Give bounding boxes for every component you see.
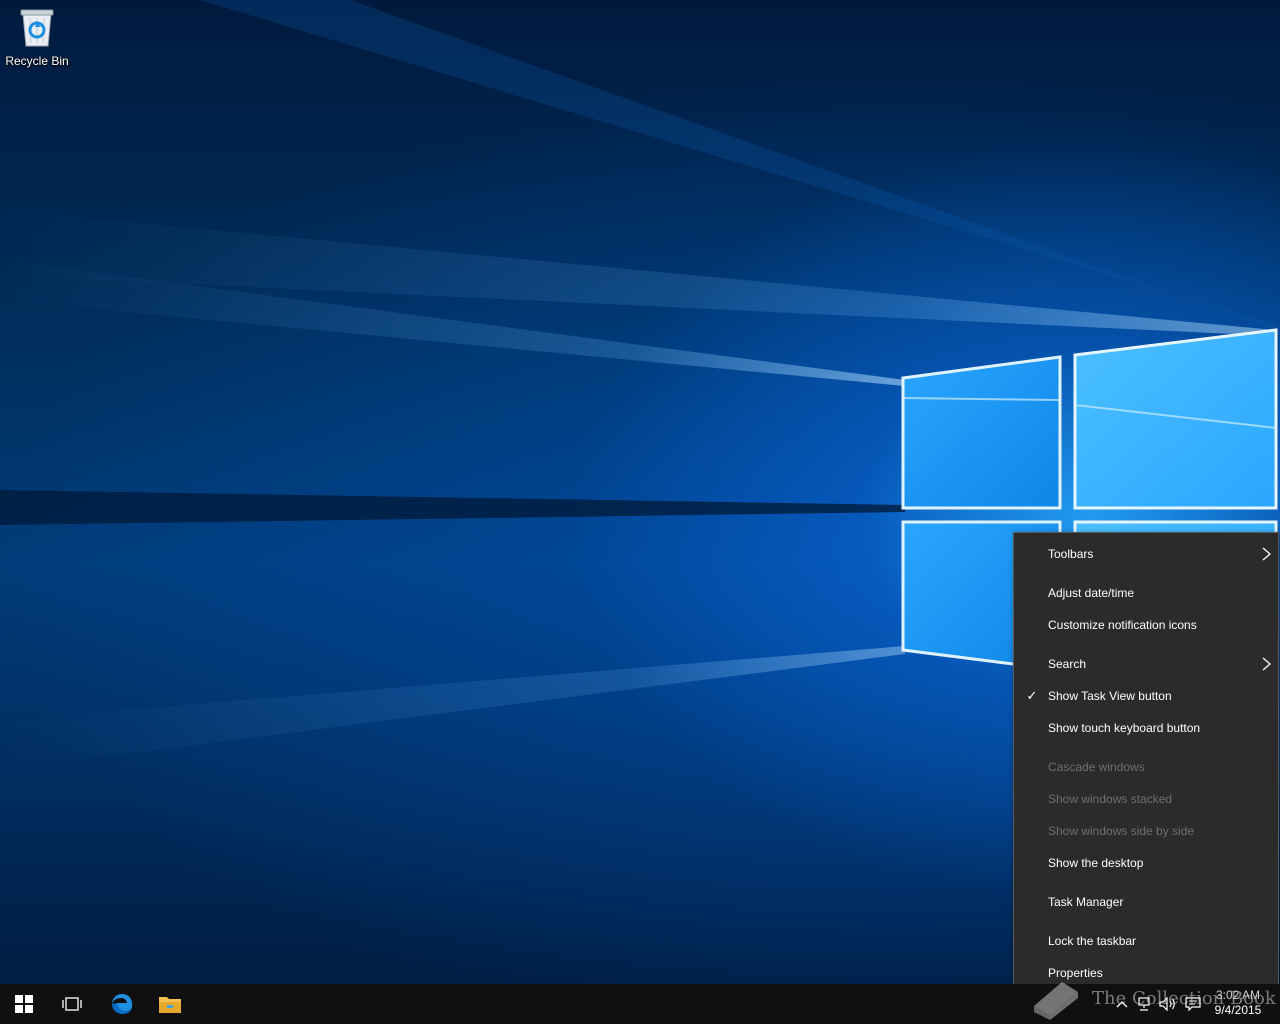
taskbar[interactable]: 3:02 AM 9/4/2015 [0,984,1280,1024]
menu-item-label: Adjust date/time [1048,586,1135,600]
menu-item-label: Cascade windows [1048,760,1145,774]
show-hidden-icons-button[interactable] [1112,994,1132,1014]
action-center-icon [1185,997,1201,1011]
menu-item-label: Customize notification icons [1048,618,1197,632]
recycle-bin-icon [17,6,57,48]
clock-time: 3:02 AM [1215,988,1261,1002]
folder-icon [159,997,181,1013]
submenu-arrow-icon [1262,657,1271,671]
menu-item-label: Search [1048,657,1087,671]
volume-tray-button[interactable] [1158,994,1178,1014]
taskbar-context-menu: Toolbars Adjust date/time Customize noti… [1013,532,1279,993]
menu-item-adjust-date-time[interactable]: Adjust date/time [1014,578,1278,608]
taskbar-clock[interactable]: 3:02 AM 9/4/2015 [1206,988,1270,1018]
menu-item-cascade-windows: Cascade windows [1014,752,1278,782]
menu-item-label: Show windows stacked [1048,792,1173,806]
menu-item-label: Show Task View button [1048,689,1172,703]
file-explorer-button[interactable] [146,984,194,1024]
checkmark-icon: ✓ [1026,688,1038,703]
menu-item-task-manager[interactable]: Task Manager [1014,887,1278,917]
menu-item-label: Show touch keyboard button [1048,721,1201,735]
chevron-up-icon [1116,1001,1128,1008]
network-icon [1138,997,1150,1011]
menu-item-label: Lock the taskbar [1048,934,1137,948]
start-button[interactable] [0,984,48,1024]
menu-item-show-task-view-button[interactable]: ✓ Show Task View button [1014,681,1278,711]
network-tray-button[interactable] [1134,994,1154,1014]
windows-logo-icon [15,995,33,1013]
task-view-icon [62,997,82,1011]
volume-icon [1159,997,1175,1011]
edge-browser-icon [112,994,132,1014]
menu-item-label: Show the desktop [1048,856,1144,870]
edge-button[interactable] [98,984,146,1024]
menu-item-show-touch-keyboard-button[interactable]: Show touch keyboard button [1014,713,1278,743]
menu-item-show-windows-side-by-side: Show windows side by side [1014,816,1278,846]
submenu-arrow-icon [1262,547,1271,561]
menu-item-customize-notification-icons[interactable]: Customize notification icons [1014,610,1278,640]
menu-item-label: Task Manager [1048,895,1124,909]
menu-item-lock-the-taskbar[interactable]: Lock the taskbar [1014,926,1278,956]
desktop-icon-recycle-bin[interactable]: Recycle Bin [4,6,70,76]
recycle-bin-label: Recycle Bin [5,54,69,68]
clock-date: 9/4/2015 [1214,1003,1262,1017]
menu-item-label: Toolbars [1048,547,1094,561]
menu-item-label: Show windows side by side [1048,824,1195,838]
action-center-button[interactable] [1183,994,1203,1014]
menu-item-toolbars[interactable]: Toolbars [1014,539,1278,569]
task-view-button[interactable] [48,984,96,1024]
menu-item-show-windows-stacked: Show windows stacked [1014,784,1278,814]
menu-item-label: Properties [1048,966,1103,980]
menu-item-show-the-desktop[interactable]: Show the desktop [1014,848,1278,878]
menu-item-search[interactable]: Search [1014,649,1278,679]
desktop[interactable]: Recycle Bin Toolbars Adjust date/time Cu… [0,0,1280,1024]
